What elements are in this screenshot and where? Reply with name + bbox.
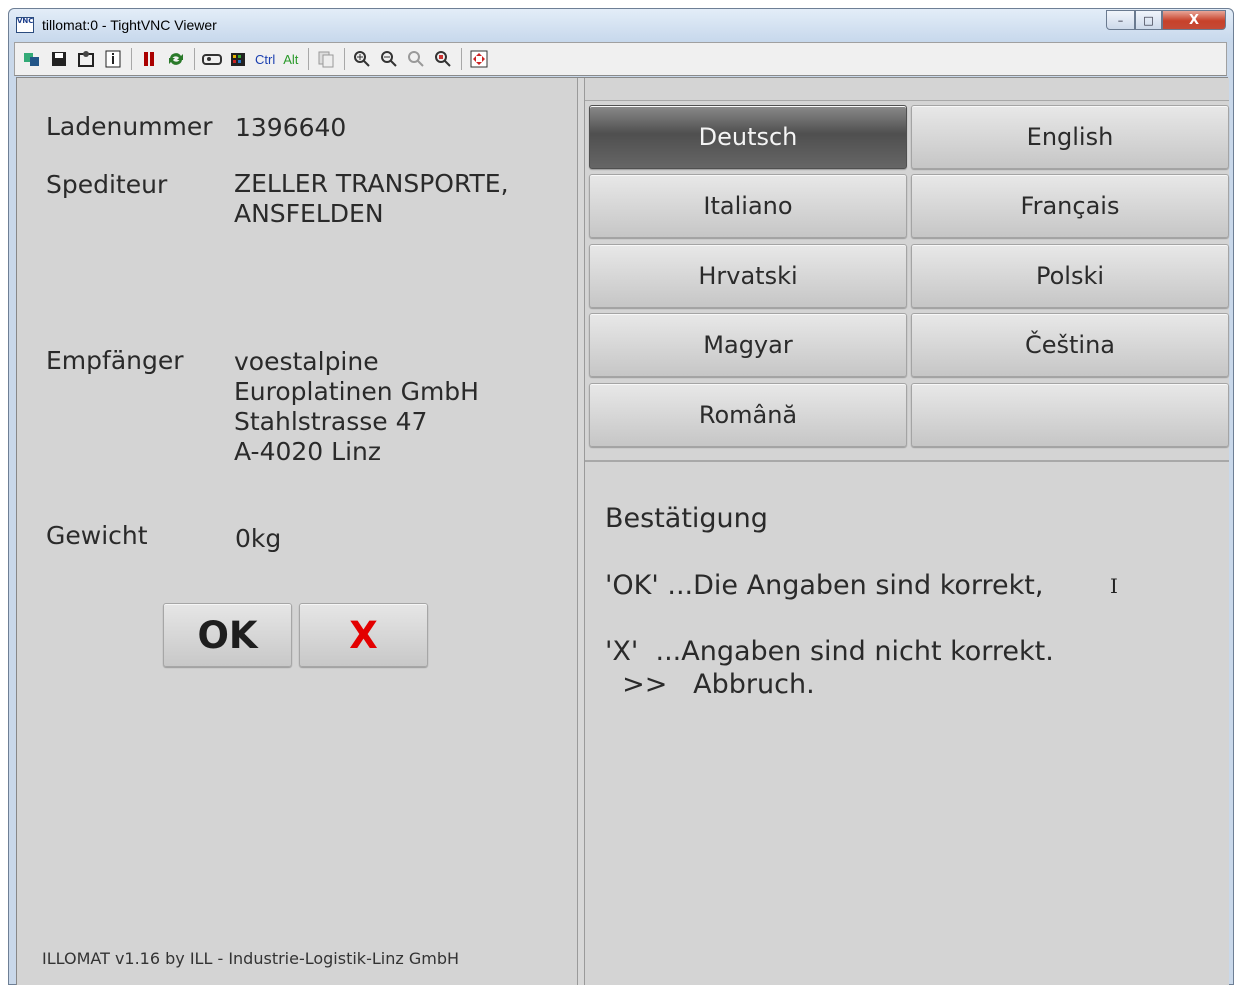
send-keys-icon[interactable] xyxy=(201,48,223,70)
ctrl-key-button[interactable]: Ctrl xyxy=(255,52,275,67)
toolbar-separator xyxy=(308,48,310,70)
window-title: tillomat:0 - TightVNC Viewer xyxy=(42,17,217,33)
zoom-fit-icon[interactable] xyxy=(432,48,454,70)
toolbar: Ctrl Alt xyxy=(14,42,1227,76)
language-button-magyar[interactable]: Magyar xyxy=(589,313,907,377)
close-button[interactable]: X xyxy=(1162,10,1226,30)
language-selector: Deutsch English Italiano Français Hrvats… xyxy=(585,100,1229,462)
vnc-app-icon: VNC xyxy=(16,17,34,33)
recipient-line-1: voestalpine xyxy=(234,347,379,376)
recipient-line-4: A-4020 Linz xyxy=(234,437,381,466)
weight-label: Gewicht xyxy=(46,521,148,550)
save-icon[interactable] xyxy=(48,48,70,70)
load-number-label: Ladenummer xyxy=(46,112,213,141)
weight-value: 0kg xyxy=(235,524,282,553)
load-number-value: 1396640 xyxy=(235,113,347,142)
remote-screen[interactable]: Ladenummer 1396640 Spediteur ZELLER TRAN… xyxy=(16,77,1229,985)
shipment-details-pane: Ladenummer 1396640 Spediteur ZELLER TRAN… xyxy=(17,78,577,985)
language-button-polski[interactable]: Polski xyxy=(911,244,1229,308)
language-button-italiano[interactable]: Italiano xyxy=(589,174,907,238)
language-button-francais[interactable]: Français xyxy=(911,174,1229,238)
language-button-english[interactable]: English xyxy=(911,105,1229,169)
pause-icon[interactable] xyxy=(138,48,160,70)
alt-key-button[interactable]: Alt xyxy=(283,52,298,67)
language-button-hrvatski[interactable]: Hrvatski xyxy=(589,244,907,308)
carrier-label: Spediteur xyxy=(46,170,168,199)
ok-button[interactable]: OK xyxy=(163,603,292,667)
language-button-empty xyxy=(911,383,1229,447)
text-cursor-icon: I xyxy=(1110,574,1118,598)
language-and-info-pane: Deutsch English Italiano Français Hrvats… xyxy=(585,78,1229,985)
maximize-button[interactable]: □ xyxy=(1135,10,1162,30)
recipient-label: Empfänger xyxy=(46,346,184,375)
footer-version: ILLOMAT v1.16 by ILL - Industrie-Logisti… xyxy=(42,949,459,968)
clipboard-icon[interactable] xyxy=(315,48,337,70)
pane-splitter[interactable] xyxy=(577,78,585,985)
zoom-out-icon[interactable] xyxy=(378,48,400,70)
carrier-line-1: ZELLER TRANSPORTE, xyxy=(234,169,509,198)
toolbar-separator xyxy=(194,48,195,70)
confirmation-abort-line: >> Abbruch. xyxy=(605,669,815,700)
language-button-romana[interactable]: Română xyxy=(589,383,907,447)
title-bar[interactable]: VNC tillomat:0 - TightVNC Viewer – □ X xyxy=(9,9,1233,42)
carrier-line-2: ANSFELDEN xyxy=(234,199,384,228)
ctrl-alt-del-icon[interactable] xyxy=(228,48,250,70)
language-button-cestina[interactable]: Čeština xyxy=(911,313,1229,377)
refresh-icon[interactable] xyxy=(165,48,187,70)
confirmation-x-line: 'X' ...Angaben sind nicht korrekt. xyxy=(605,636,1054,667)
toolbar-separator xyxy=(131,48,132,70)
options-icon[interactable] xyxy=(75,48,97,70)
vnc-viewer-window: VNC tillomat:0 - TightVNC Viewer – □ X C… xyxy=(8,8,1234,985)
new-connection-icon[interactable] xyxy=(21,48,43,70)
toolbar-separator xyxy=(461,48,463,70)
toolbar-separator xyxy=(344,48,346,70)
zoom-100-icon[interactable] xyxy=(405,48,427,70)
zoom-in-icon[interactable] xyxy=(351,48,373,70)
confirmation-ok-line: 'OK' ...Die Angaben sind korrekt, xyxy=(605,570,1044,601)
recipient-line-3: Stahlstrasse 47 xyxy=(234,407,428,436)
language-button-deutsch[interactable]: Deutsch xyxy=(589,105,907,169)
recipient-line-2: Europlatinen GmbH xyxy=(234,377,479,406)
cancel-button[interactable]: X xyxy=(299,603,428,667)
minimize-button[interactable]: – xyxy=(1106,10,1135,30)
info-icon[interactable] xyxy=(102,48,124,70)
confirmation-heading: Bestätigung xyxy=(605,503,768,534)
fullscreen-icon[interactable] xyxy=(468,48,490,70)
